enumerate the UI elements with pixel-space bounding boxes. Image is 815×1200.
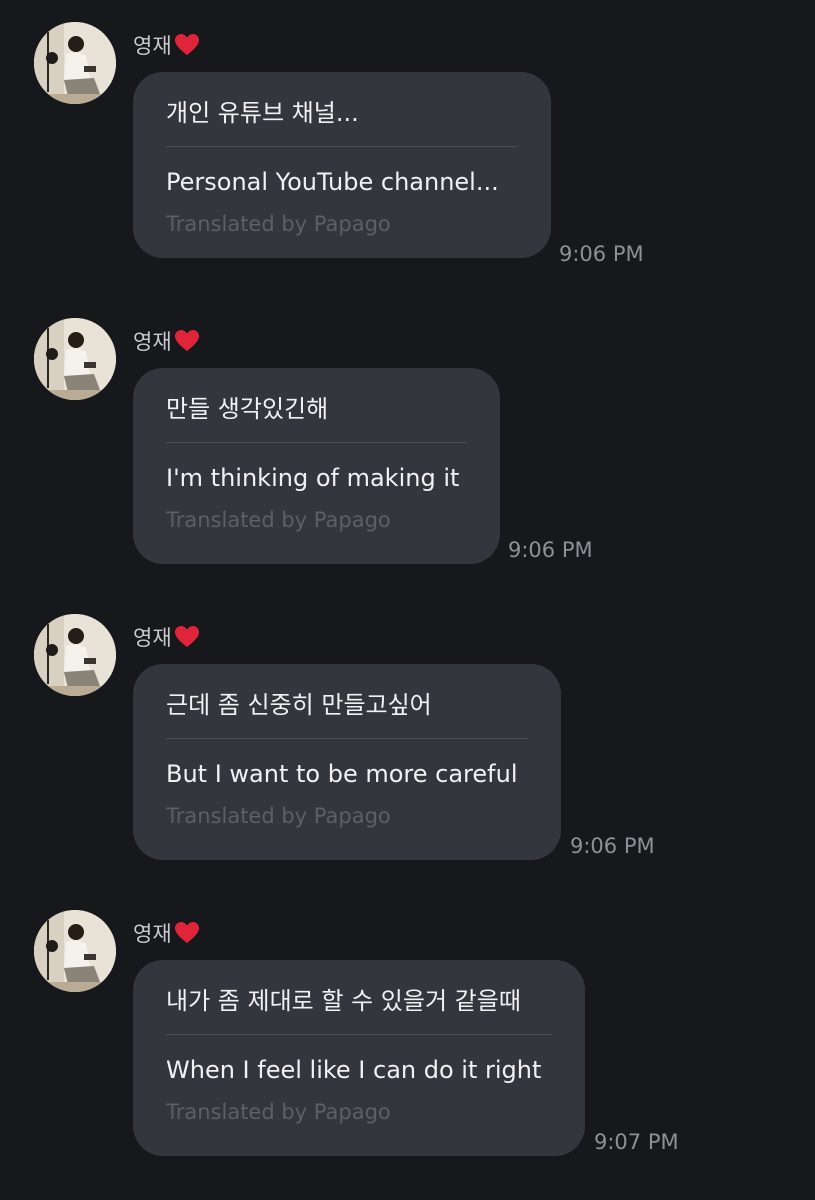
message-bubble[interactable]: 근데 좀 신중히 만들고싶어 But I want to be more car…: [133, 664, 561, 860]
translated-text: But I want to be more careful: [166, 760, 518, 788]
profile-photo: [34, 910, 116, 992]
sender-name: 영재: [133, 30, 200, 60]
avatar[interactable]: [34, 614, 116, 696]
translation-credit: Translated by Papago: [166, 804, 391, 828]
avatar[interactable]: [34, 318, 116, 400]
original-text: 내가 좀 제대로 할 수 있을거 같을때: [166, 987, 521, 1015]
red-heart-icon: [174, 33, 200, 57]
sender-name-text: 영재: [133, 330, 172, 354]
profile-photo: [34, 22, 116, 104]
original-text: 만들 생각있긴해: [166, 395, 329, 423]
message-bubble[interactable]: 내가 좀 제대로 할 수 있을거 같을때 When I feel like I …: [133, 960, 585, 1156]
timestamp: 9:07 PM: [594, 1130, 679, 1154]
timestamp: 9:06 PM: [508, 538, 593, 562]
divider: [166, 1034, 552, 1035]
sender-name: 영재: [133, 326, 200, 356]
timestamp: 9:06 PM: [570, 834, 655, 858]
divider: [166, 146, 518, 147]
divider: [166, 738, 528, 739]
translated-text: I'm thinking of making it: [166, 464, 460, 492]
sender-name-text: 영재: [133, 922, 172, 946]
avatar[interactable]: [34, 22, 116, 104]
divider: [166, 442, 467, 443]
red-heart-icon: [174, 329, 200, 353]
avatar[interactable]: [34, 910, 116, 992]
translation-credit: Translated by Papago: [166, 1100, 391, 1124]
profile-photo: [34, 318, 116, 400]
translation-credit: Translated by Papago: [166, 508, 391, 532]
profile-photo: [34, 614, 116, 696]
translated-text: Personal YouTube channel...: [166, 168, 499, 196]
sender-name: 영재: [133, 918, 200, 948]
translation-credit: Translated by Papago: [166, 212, 391, 236]
sender-name-text: 영재: [133, 626, 172, 650]
timestamp: 9:06 PM: [559, 242, 644, 266]
message-bubble[interactable]: 만들 생각있긴해 I'm thinking of making it Trans…: [133, 368, 500, 564]
sender-name: 영재: [133, 622, 200, 652]
message-bubble[interactable]: 개인 유튜브 채널... Personal YouTube channel...…: [133, 72, 551, 258]
red-heart-icon: [174, 921, 200, 945]
red-heart-icon: [174, 625, 200, 649]
original-text: 근데 좀 신중히 만들고싶어: [166, 691, 432, 719]
translated-text: When I feel like I can do it right: [166, 1056, 542, 1084]
original-text: 개인 유튜브 채널...: [166, 99, 359, 127]
sender-name-text: 영재: [133, 34, 172, 58]
